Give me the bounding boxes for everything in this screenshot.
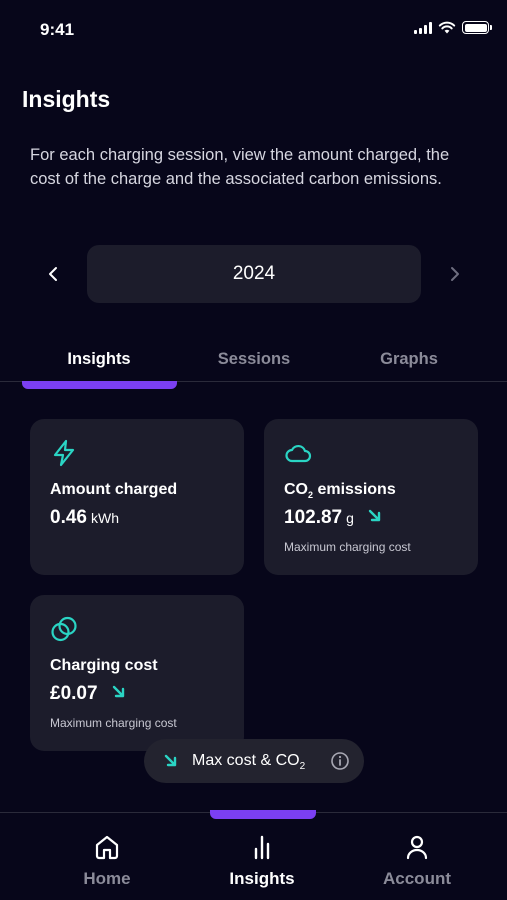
cloud-icon bbox=[285, 444, 312, 463]
co2-emissions-unit: g bbox=[346, 510, 354, 526]
tab-bar: Insights Sessions Graphs bbox=[0, 340, 507, 382]
active-nav-indicator bbox=[210, 810, 316, 819]
status-icons bbox=[414, 21, 492, 34]
status-bar: 9:41 bbox=[0, 0, 507, 60]
arrow-down-right-icon bbox=[112, 685, 124, 698]
coins-icon bbox=[51, 616, 77, 642]
max-cost-co2-chip[interactable]: Max cost & CO2 bbox=[144, 739, 364, 783]
amount-charged-card: Amount charged 0.46 kWh bbox=[30, 419, 244, 575]
amount-charged-value-row: 0.46 kWh bbox=[50, 507, 119, 529]
active-tab-indicator bbox=[22, 381, 177, 389]
arrow-down-right-icon bbox=[164, 754, 177, 767]
lightning-icon bbox=[53, 439, 75, 467]
page-description: For each charging session, view the amou… bbox=[30, 146, 450, 188]
user-icon bbox=[406, 835, 428, 860]
co2-emissions-value-row: 102.87 g bbox=[284, 507, 382, 529]
chip-label-subscript: 2 bbox=[299, 761, 306, 773]
tab-graphs[interactable]: Graphs bbox=[329, 350, 489, 369]
signal-icon bbox=[414, 21, 432, 34]
bottom-navigation: Home Insights Account bbox=[0, 812, 507, 900]
tab-sessions[interactable]: Sessions bbox=[174, 350, 334, 369]
co2-title-prefix: CO bbox=[284, 481, 308, 498]
charging-cost-note: Maximum charging cost bbox=[50, 716, 177, 730]
chip-label-prefix: Max cost & CO bbox=[192, 752, 300, 769]
battery-icon bbox=[462, 21, 492, 34]
wifi-icon bbox=[438, 21, 456, 34]
nav-insights-label: Insights bbox=[229, 869, 295, 888]
charging-cost-title: Charging cost bbox=[50, 657, 158, 674]
amount-charged-title: Amount charged bbox=[50, 481, 178, 498]
nav-account[interactable]: Account bbox=[357, 833, 477, 889]
nav-home[interactable]: Home bbox=[47, 833, 167, 889]
chevron-left-icon bbox=[49, 267, 57, 281]
arrow-down-right-icon bbox=[368, 509, 381, 522]
year-display[interactable]: 2024 bbox=[87, 245, 421, 303]
bar-chart-icon bbox=[254, 835, 270, 860]
nav-insights[interactable]: Insights bbox=[202, 833, 322, 889]
info-icon[interactable] bbox=[330, 751, 350, 771]
chevron-right-icon bbox=[451, 267, 459, 281]
next-year-button[interactable] bbox=[440, 259, 470, 289]
chip-label: Max cost & CO2 bbox=[192, 752, 305, 772]
charging-cost-value-row: £0.07 bbox=[50, 683, 126, 705]
nav-home-label: Home bbox=[83, 869, 131, 888]
co2-emissions-value: 102.87 bbox=[284, 507, 343, 528]
charging-cost-value: £0.07 bbox=[50, 683, 98, 704]
status-time: 9:41 bbox=[40, 20, 75, 39]
home-icon bbox=[95, 835, 119, 860]
year-selector: 2024 bbox=[0, 245, 507, 303]
co2-emissions-title: CO2 emissions bbox=[284, 481, 396, 500]
tab-insights[interactable]: Insights bbox=[19, 350, 179, 369]
nav-account-label: Account bbox=[383, 869, 451, 888]
page-title: Insights bbox=[22, 86, 111, 112]
previous-year-button[interactable] bbox=[38, 259, 68, 289]
charging-cost-card: Charging cost £0.07 Maximum charging cos… bbox=[30, 595, 244, 751]
co2-emissions-note: Maximum charging cost bbox=[284, 540, 411, 554]
amount-charged-unit: kWh bbox=[90, 510, 119, 526]
co2-title-suffix: emissions bbox=[313, 481, 396, 498]
amount-charged-value: 0.46 bbox=[50, 507, 87, 528]
co2-emissions-card: CO2 emissions 102.87 g Maximum charging … bbox=[264, 419, 478, 575]
